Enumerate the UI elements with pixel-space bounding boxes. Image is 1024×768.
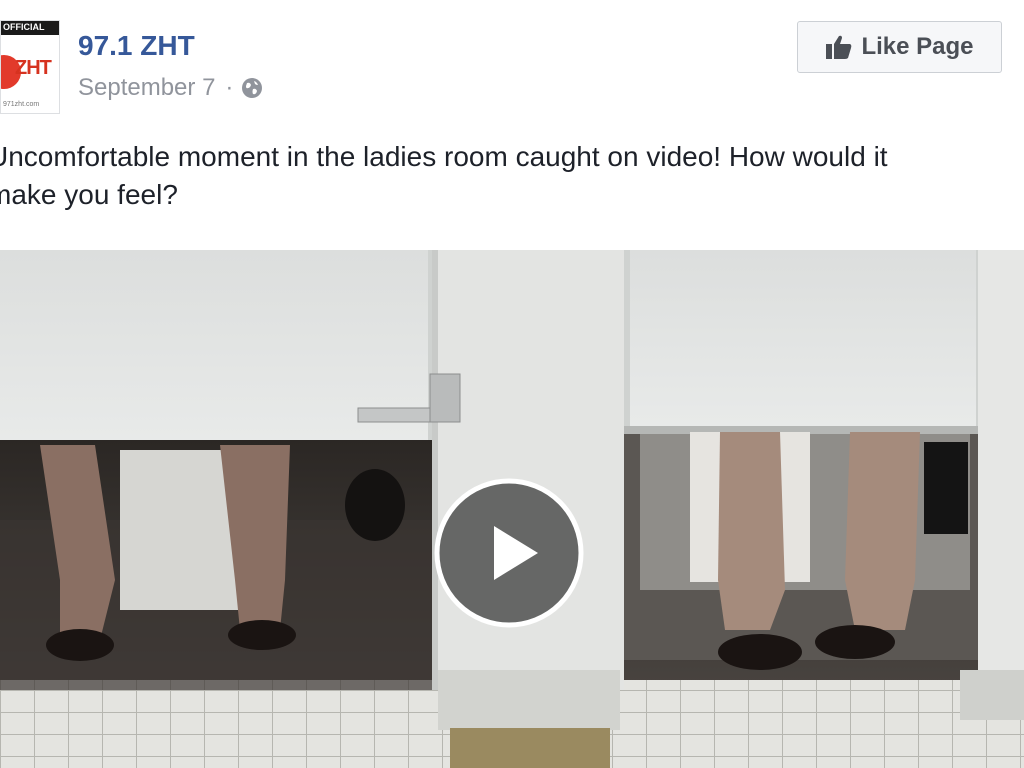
page-name-link[interactable]: 97.1 ZHT <box>78 30 195 62</box>
avatar-banner-text: OFFICIAL <box>3 22 45 32</box>
avatar-url-text: 971zht.com <box>3 101 40 108</box>
video-player[interactable] <box>0 250 1024 768</box>
like-page-label: Like Page <box>861 33 974 60</box>
post-message: Uncomfortable moment in the ladies room … <box>0 138 1024 214</box>
avatar-brand-text: ZHT <box>15 57 52 79</box>
play-icon[interactable] <box>434 478 584 628</box>
like-page-button[interactable]: Like Page <box>797 21 1002 73</box>
meta-separator: · <box>225 74 234 101</box>
post-message-line-2: make you feel? <box>0 179 178 210</box>
post-message-line-1: Uncomfortable moment in the ladies room … <box>0 141 888 172</box>
post-date-link[interactable]: September 7 <box>78 74 215 102</box>
facebook-post: OFFICIAL ZHT 971zht.com 97.1 ZHT Septemb… <box>0 0 1024 768</box>
post-meta: September 7 · <box>78 74 263 102</box>
thumbs-up-icon <box>826 35 852 59</box>
page-avatar[interactable]: OFFICIAL ZHT 971zht.com <box>0 20 60 114</box>
globe-icon[interactable] <box>241 77 263 99</box>
